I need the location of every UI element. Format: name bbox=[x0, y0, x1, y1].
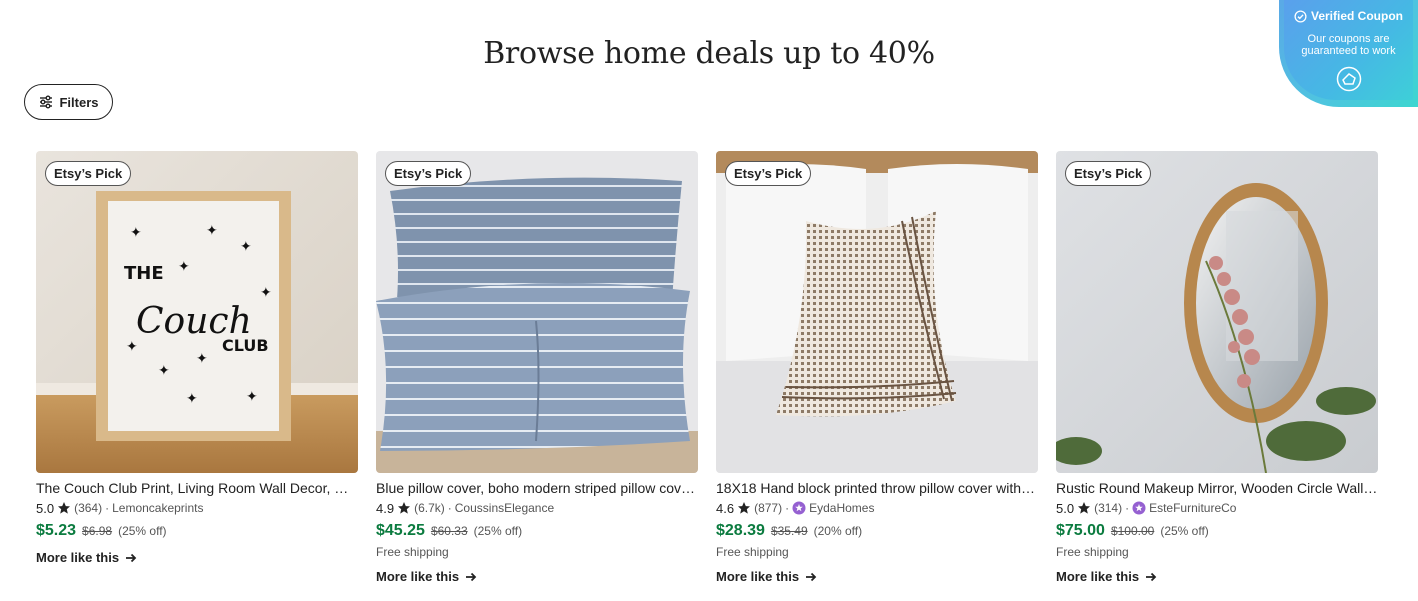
separator-dot: · bbox=[105, 501, 110, 515]
review-count: (314) bbox=[1094, 501, 1123, 515]
more-like-this-link[interactable]: More like this bbox=[376, 569, 698, 584]
product-card[interactable]: Etsy’s Pick 18X18 Hand block printed thr… bbox=[716, 151, 1038, 584]
arrow-right-icon bbox=[466, 572, 477, 581]
price-row: $45.25 $60.33 (25% off) bbox=[376, 522, 698, 540]
price-row: $75.00 $100.00 (25% off) bbox=[1056, 522, 1378, 540]
free-shipping-label: Free shipping bbox=[716, 545, 789, 559]
sale-price: $45.25 bbox=[376, 522, 425, 539]
product-card[interactable]: THE Couch CLUB ✦ ✦ ✦ ✦ ✦ ✦ ✦ ✦ ✦ ✦ Etsy’s Pick… bbox=[36, 151, 358, 565]
original-price: $60.33 bbox=[430, 524, 468, 538]
arrow-right-icon bbox=[1146, 572, 1157, 581]
coupon-logo-icon bbox=[1336, 66, 1362, 92]
price-row: $28.39 $35.49 (20% off) bbox=[716, 522, 1038, 540]
product-card[interactable]: Etsy’s Pick Blue pillow cover, boho mode… bbox=[376, 151, 698, 584]
star-seller-icon bbox=[1132, 501, 1146, 515]
svg-text:✦: ✦ bbox=[178, 259, 190, 275]
shop-name[interactable]: Lemoncakeprints bbox=[112, 501, 203, 515]
rating-value: 4.6 bbox=[716, 500, 735, 516]
more-like-this-link[interactable]: More like this bbox=[716, 569, 1038, 584]
rating-value: 5.0 bbox=[1056, 500, 1075, 516]
arrow-right-icon bbox=[126, 553, 137, 562]
filters-label: Filters bbox=[59, 94, 99, 110]
free-shipping-label: Free shipping bbox=[376, 545, 449, 559]
separator-dot: · bbox=[1125, 501, 1130, 515]
product-title[interactable]: Rustic Round Makeup Mirror, Wooden Circl… bbox=[1056, 480, 1378, 496]
svg-text:✦: ✦ bbox=[206, 223, 218, 239]
star-icon bbox=[738, 502, 751, 514]
discount-label: (25% off) bbox=[473, 524, 523, 538]
review-count: (877) bbox=[754, 501, 783, 515]
product-title[interactable]: Blue pillow cover, boho modern striped p… bbox=[376, 480, 698, 496]
more-like-this-link[interactable]: More like this bbox=[36, 550, 358, 565]
shop-name[interactable]: CoussinsElegance bbox=[455, 501, 554, 515]
svg-text:✦: ✦ bbox=[240, 239, 252, 255]
discount-label: (20% off) bbox=[813, 524, 863, 538]
original-price: $6.98 bbox=[82, 524, 113, 538]
product-card[interactable]: Etsy’s Pick Rustic Round Makeup Mirror, … bbox=[1056, 151, 1378, 584]
original-price: $35.49 bbox=[770, 524, 808, 538]
svg-text:✦: ✦ bbox=[196, 351, 208, 367]
star-icon bbox=[1078, 502, 1091, 514]
review-count: (364) bbox=[74, 501, 103, 515]
etsys-pick-badge: Etsy’s Pick bbox=[1065, 161, 1152, 186]
coupon-text: Our coupons are guaranteed to work bbox=[1301, 33, 1396, 57]
product-image[interactable]: Etsy’s Pick bbox=[716, 151, 1038, 473]
svg-text:✦: ✦ bbox=[130, 225, 142, 241]
svg-text:✦: ✦ bbox=[126, 339, 138, 355]
discount-label: (25% off) bbox=[1160, 524, 1209, 538]
product-title[interactable]: 18X18 Hand block printed throw pillow co… bbox=[716, 480, 1038, 496]
svg-text:THE: THE bbox=[124, 263, 164, 284]
coupon-title: Verified Coupon bbox=[1284, 9, 1413, 23]
star-seller-icon bbox=[792, 501, 806, 515]
shop-name[interactable]: EydaHomes bbox=[809, 501, 874, 515]
svg-text:CLUB: CLUB bbox=[222, 336, 269, 355]
discount-label: (25% off) bbox=[118, 524, 167, 538]
etsys-pick-badge: Etsy’s Pick bbox=[385, 161, 472, 186]
shop-name[interactable]: EsteFurnitureCo bbox=[1149, 501, 1236, 515]
more-like-this-link[interactable]: More like this bbox=[1056, 569, 1378, 584]
sale-price: $75.00 bbox=[1056, 522, 1105, 539]
shield-check-icon bbox=[1294, 9, 1307, 23]
separator-dot: · bbox=[785, 501, 790, 515]
sale-price: $5.23 bbox=[36, 522, 77, 539]
star-icon bbox=[398, 502, 411, 514]
rating-value: 4.9 bbox=[376, 500, 395, 516]
rating-value: 5.0 bbox=[36, 500, 55, 516]
svg-text:✦: ✦ bbox=[158, 363, 170, 379]
product-title[interactable]: The Couch Club Print, Living Room Wall D… bbox=[36, 480, 358, 496]
svg-text:✦: ✦ bbox=[246, 389, 258, 405]
sale-price: $28.39 bbox=[716, 522, 765, 539]
product-image[interactable]: THE Couch CLUB ✦ ✦ ✦ ✦ ✦ ✦ ✦ ✦ ✦ ✦ Etsy’s Pick bbox=[36, 151, 358, 473]
price-row: $5.23 $6.98 (25% off) bbox=[36, 522, 358, 540]
etsys-pick-badge: Etsy’s Pick bbox=[45, 161, 132, 186]
product-image[interactable]: Etsy’s Pick bbox=[376, 151, 698, 473]
rating-row: 5.0 (314) · EsteFurnitureCo bbox=[1056, 500, 1378, 516]
svg-text:✦: ✦ bbox=[186, 391, 198, 407]
separator-dot: · bbox=[447, 501, 452, 515]
free-shipping-label: Free shipping bbox=[1056, 545, 1129, 559]
verified-coupon-badge[interactable]: Verified Coupon Our coupons are guarante… bbox=[1279, 0, 1418, 107]
rating-row: 4.9 (6.7k) · CoussinsElegance bbox=[376, 500, 698, 516]
filters-button[interactable]: Filters bbox=[24, 84, 113, 120]
sliders-icon bbox=[40, 95, 53, 109]
rating-row: 5.0 (364) · Lemoncakeprints bbox=[36, 500, 358, 516]
product-image[interactable]: Etsy’s Pick bbox=[1056, 151, 1378, 473]
review-count: (6.7k) bbox=[414, 501, 445, 515]
star-icon bbox=[58, 502, 71, 514]
arrow-right-icon bbox=[806, 572, 817, 581]
original-price: $100.00 bbox=[1110, 524, 1155, 538]
rating-row: 4.6 (877) · EydaHomes bbox=[716, 500, 1038, 516]
etsys-pick-badge: Etsy’s Pick bbox=[725, 161, 812, 186]
svg-text:✦: ✦ bbox=[260, 285, 272, 301]
page-title: Browse home deals up to 40% bbox=[483, 36, 935, 71]
